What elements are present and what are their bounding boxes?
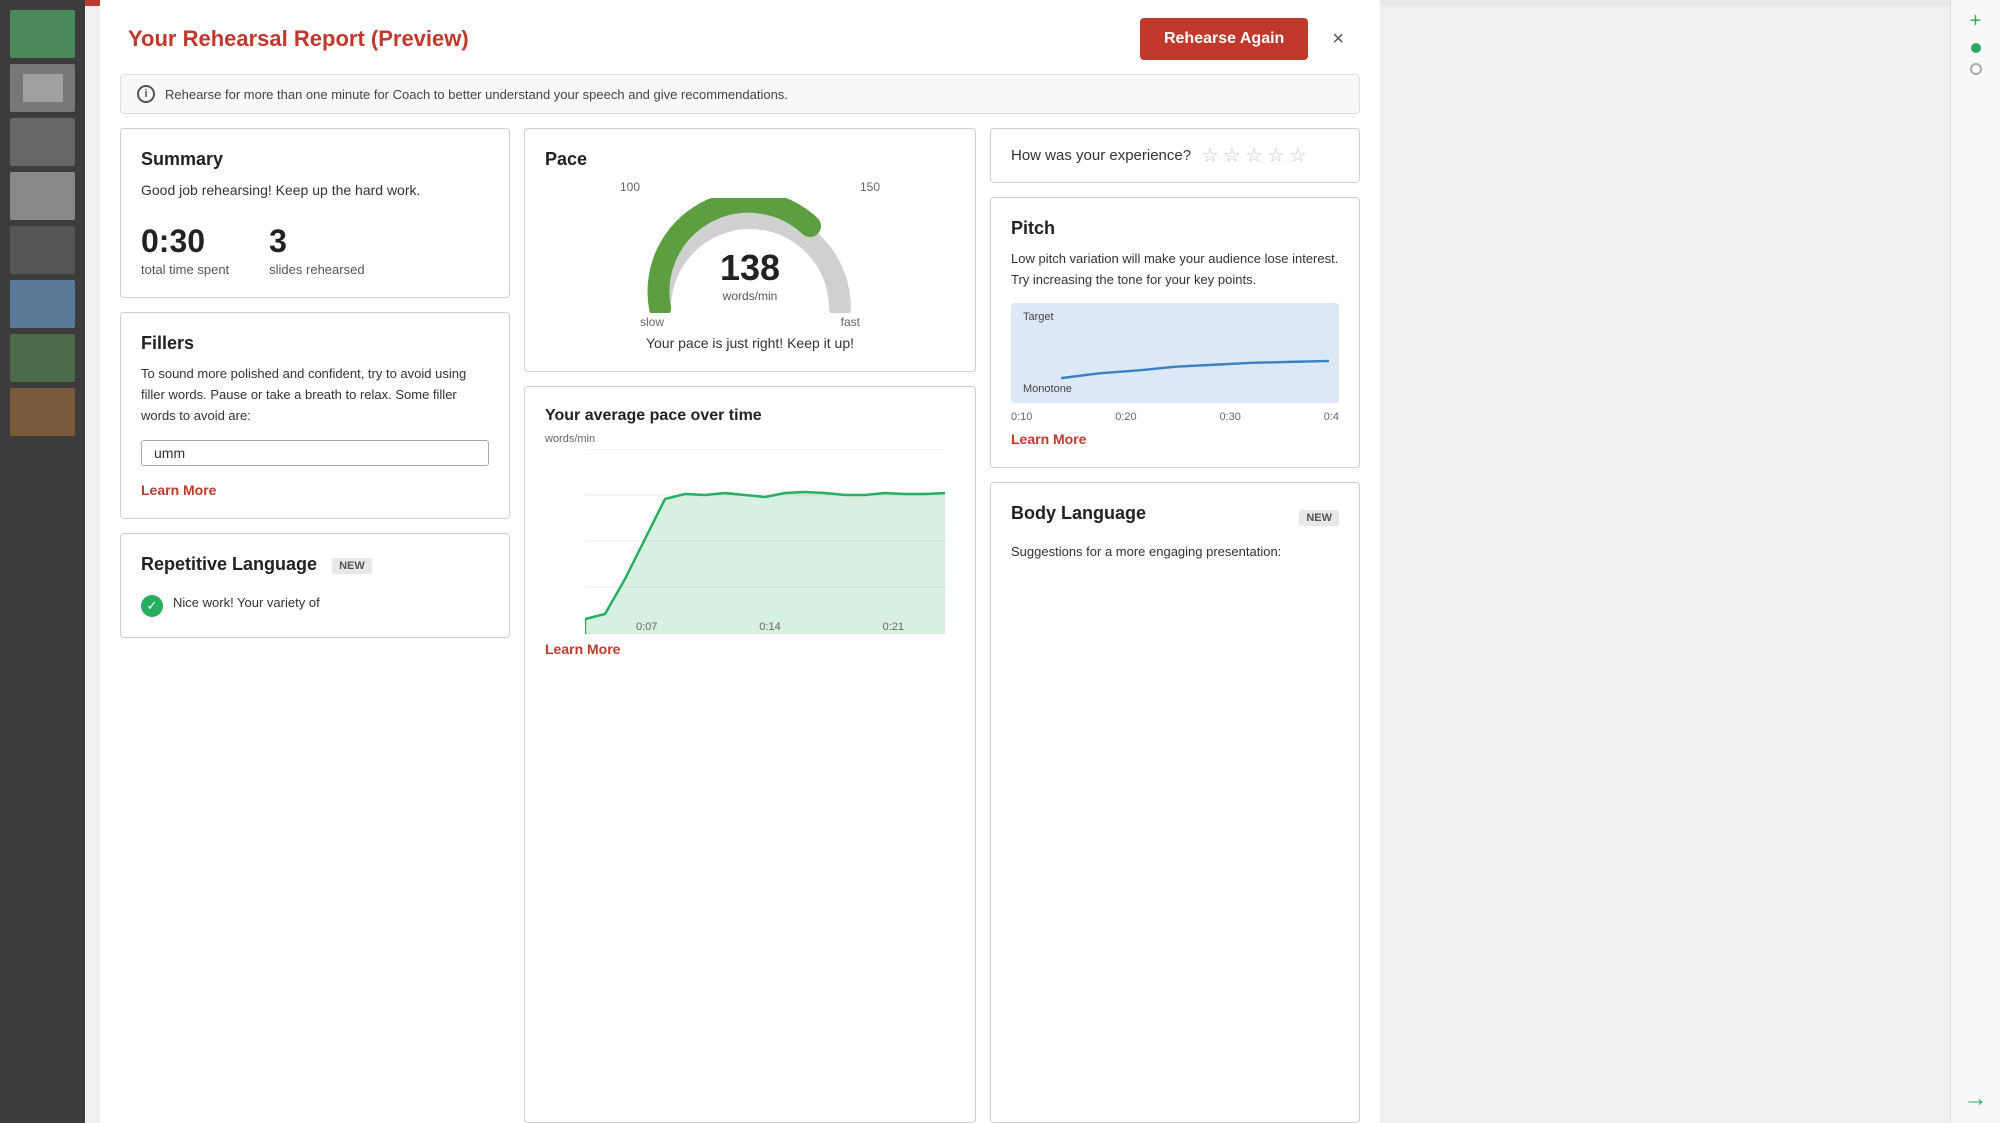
repetitive-title: Repetitive Language NEW — [141, 554, 489, 575]
x-label-3: 0:21 — [883, 621, 904, 633]
body-language-card: Body Language NEW Suggestions for a more… — [990, 482, 1360, 1123]
slide-panel — [0, 0, 85, 1123]
rehearse-again-button[interactable]: Rehearse Again — [1140, 18, 1308, 60]
right-navigation: + → — [1950, 0, 2000, 1123]
pitch-card: Pitch Low pitch variation will make your… — [990, 197, 1360, 468]
gauge-number: 138 — [720, 247, 780, 288]
body-language-new-badge: NEW — [1299, 510, 1339, 526]
chart-x-labels: 0:07 0:14 0:21 — [585, 621, 955, 633]
x-label-2: 0:14 — [759, 621, 780, 633]
body-language-description: Suggestions for a more engaging presenta… — [1011, 542, 1339, 563]
pace-title: Pace — [545, 149, 955, 170]
body-language-title: Body Language — [1011, 503, 1146, 524]
info-icon: i — [137, 85, 155, 103]
right-column: How was your experience? ☆ ☆ ☆ ☆ ☆ Pitch… — [990, 128, 1360, 1123]
star-5[interactable]: ☆ — [1289, 143, 1307, 168]
gauge-fast-label: fast — [841, 315, 860, 329]
gauge-slow-fast-labels: slow fast — [640, 315, 860, 329]
gauge-top-labels: 100 150 — [620, 180, 880, 194]
pitch-chart-svg — [1061, 319, 1329, 399]
close-button[interactable]: × — [1324, 24, 1352, 55]
modal-title: Your Rehearsal Report (Preview) — [128, 26, 469, 52]
left-column: Summary Good job rehearsing! Keep up the… — [120, 128, 510, 1123]
pitch-target-label: Target — [1023, 311, 1054, 323]
pace-learn-more-link[interactable]: Learn More — [545, 641, 955, 657]
slide-thumb-4[interactable] — [10, 172, 75, 220]
summary-card: Summary Good job rehearsing! Keep up the… — [120, 128, 510, 298]
star-2[interactable]: ☆ — [1223, 143, 1241, 168]
summary-stats: 0:30 total time spent 3 slides rehearsed — [141, 223, 489, 277]
star-3[interactable]: ☆ — [1245, 143, 1263, 168]
pitch-chart: Target Monotone — [1011, 303, 1339, 403]
slides-stat: 3 slides rehearsed — [269, 223, 364, 277]
fillers-title: Fillers — [141, 333, 489, 354]
slides-label: slides rehearsed — [269, 262, 364, 277]
pace-feedback: Your pace is just right! Keep it up! — [545, 335, 955, 351]
nav-plus-icon[interactable]: + — [1970, 10, 1982, 33]
gauge-value: 138 words/min — [640, 247, 860, 303]
pitch-time-3: 0:30 — [1219, 411, 1240, 423]
gauge-unit: words/min — [640, 289, 860, 303]
gauge-svg-wrapper: 138 words/min — [640, 198, 860, 313]
summary-description: Good job rehearsing! Keep up the hard wo… — [141, 180, 489, 201]
info-text: Rehearse for more than one minute for Co… — [165, 87, 788, 102]
slide-thumb-8[interactable] — [10, 388, 75, 436]
time-value: 0:30 — [141, 223, 229, 260]
slides-value: 3 — [269, 223, 364, 260]
nav-circle — [1970, 63, 1982, 75]
body-title-row: Body Language NEW — [1011, 503, 1339, 534]
x-label-1: 0:07 — [636, 621, 657, 633]
slide-thumb-5[interactable] — [10, 226, 75, 274]
slide-thumb-3[interactable] — [10, 118, 75, 166]
pace-card: Pace 100 150 138 — [524, 128, 976, 372]
pace-chart-svg: 200 150 100 50 0 — [585, 449, 945, 634]
nav-dot — [1971, 43, 1981, 53]
gauge-label-100: 100 — [620, 180, 640, 194]
chart-y-axis-label: words/min — [545, 433, 595, 445]
slide-thumb-2[interactable] — [10, 64, 75, 112]
time-stat: 0:30 total time spent — [141, 223, 229, 277]
pitch-time-2: 0:20 — [1115, 411, 1136, 423]
summary-title: Summary — [141, 149, 489, 170]
pitch-time-labels: 0:10 0:20 0:30 0:4 — [1011, 411, 1339, 423]
repetitive-new-badge: NEW — [332, 558, 372, 574]
middle-column: Pace 100 150 138 — [524, 128, 976, 1123]
gauge-slow-label: slow — [640, 315, 664, 329]
gauge-container: 100 150 138 words/min — [545, 180, 955, 329]
star-1[interactable]: ☆ — [1201, 143, 1219, 168]
modal-header: Your Rehearsal Report (Preview) Rehearse… — [100, 0, 1380, 74]
star-4[interactable]: ☆ — [1267, 143, 1285, 168]
gauge-label-150: 150 — [860, 180, 880, 194]
pitch-time-4: 0:4 — [1324, 411, 1339, 423]
check-icon: ✓ — [141, 595, 163, 617]
fillers-card: Fillers To sound more polished and confi… — [120, 312, 510, 519]
pitch-learn-more-link[interactable]: Learn More — [1011, 431, 1339, 447]
pitch-time-1: 0:10 — [1011, 411, 1032, 423]
pitch-description: Low pitch variation will make your audie… — [1011, 249, 1339, 291]
header-actions: Rehearse Again × — [1140, 18, 1352, 60]
slide-thumb-7[interactable] — [10, 334, 75, 382]
pace-time-card: Your average pace over time words/min 20… — [524, 386, 976, 1123]
pace-chart-container: words/min 200 150 100 50 — [545, 433, 955, 633]
fillers-description: To sound more polished and confident, tr… — [141, 364, 489, 426]
rehearsal-report-modal: Your Rehearsal Report (Preview) Rehearse… — [100, 0, 1380, 1123]
pace-time-title: Your average pace over time — [545, 407, 955, 425]
filler-word-umm: umm — [141, 440, 489, 466]
repetitive-content: ✓ Nice work! Your variety of — [141, 593, 489, 617]
time-label: total time spent — [141, 262, 229, 277]
repetitive-card: Repetitive Language NEW ✓ Nice work! You… — [120, 533, 510, 638]
experience-label: How was your experience? — [1011, 147, 1191, 164]
slide-thumb-1[interactable] — [10, 10, 75, 58]
info-banner: i Rehearse for more than one minute for … — [120, 74, 1360, 114]
slide-thumb-6[interactable] — [10, 280, 75, 328]
nav-arrow-right[interactable]: → — [1964, 1085, 1988, 1113]
repetitive-description: Nice work! Your variety of — [173, 593, 320, 613]
fillers-learn-more-link[interactable]: Learn More — [141, 482, 489, 498]
pitch-title: Pitch — [1011, 218, 1339, 239]
cards-area: Summary Good job rehearsing! Keep up the… — [100, 128, 1380, 1123]
star-rating[interactable]: ☆ ☆ ☆ ☆ ☆ — [1201, 143, 1307, 168]
experience-card: How was your experience? ☆ ☆ ☆ ☆ ☆ — [990, 128, 1360, 183]
